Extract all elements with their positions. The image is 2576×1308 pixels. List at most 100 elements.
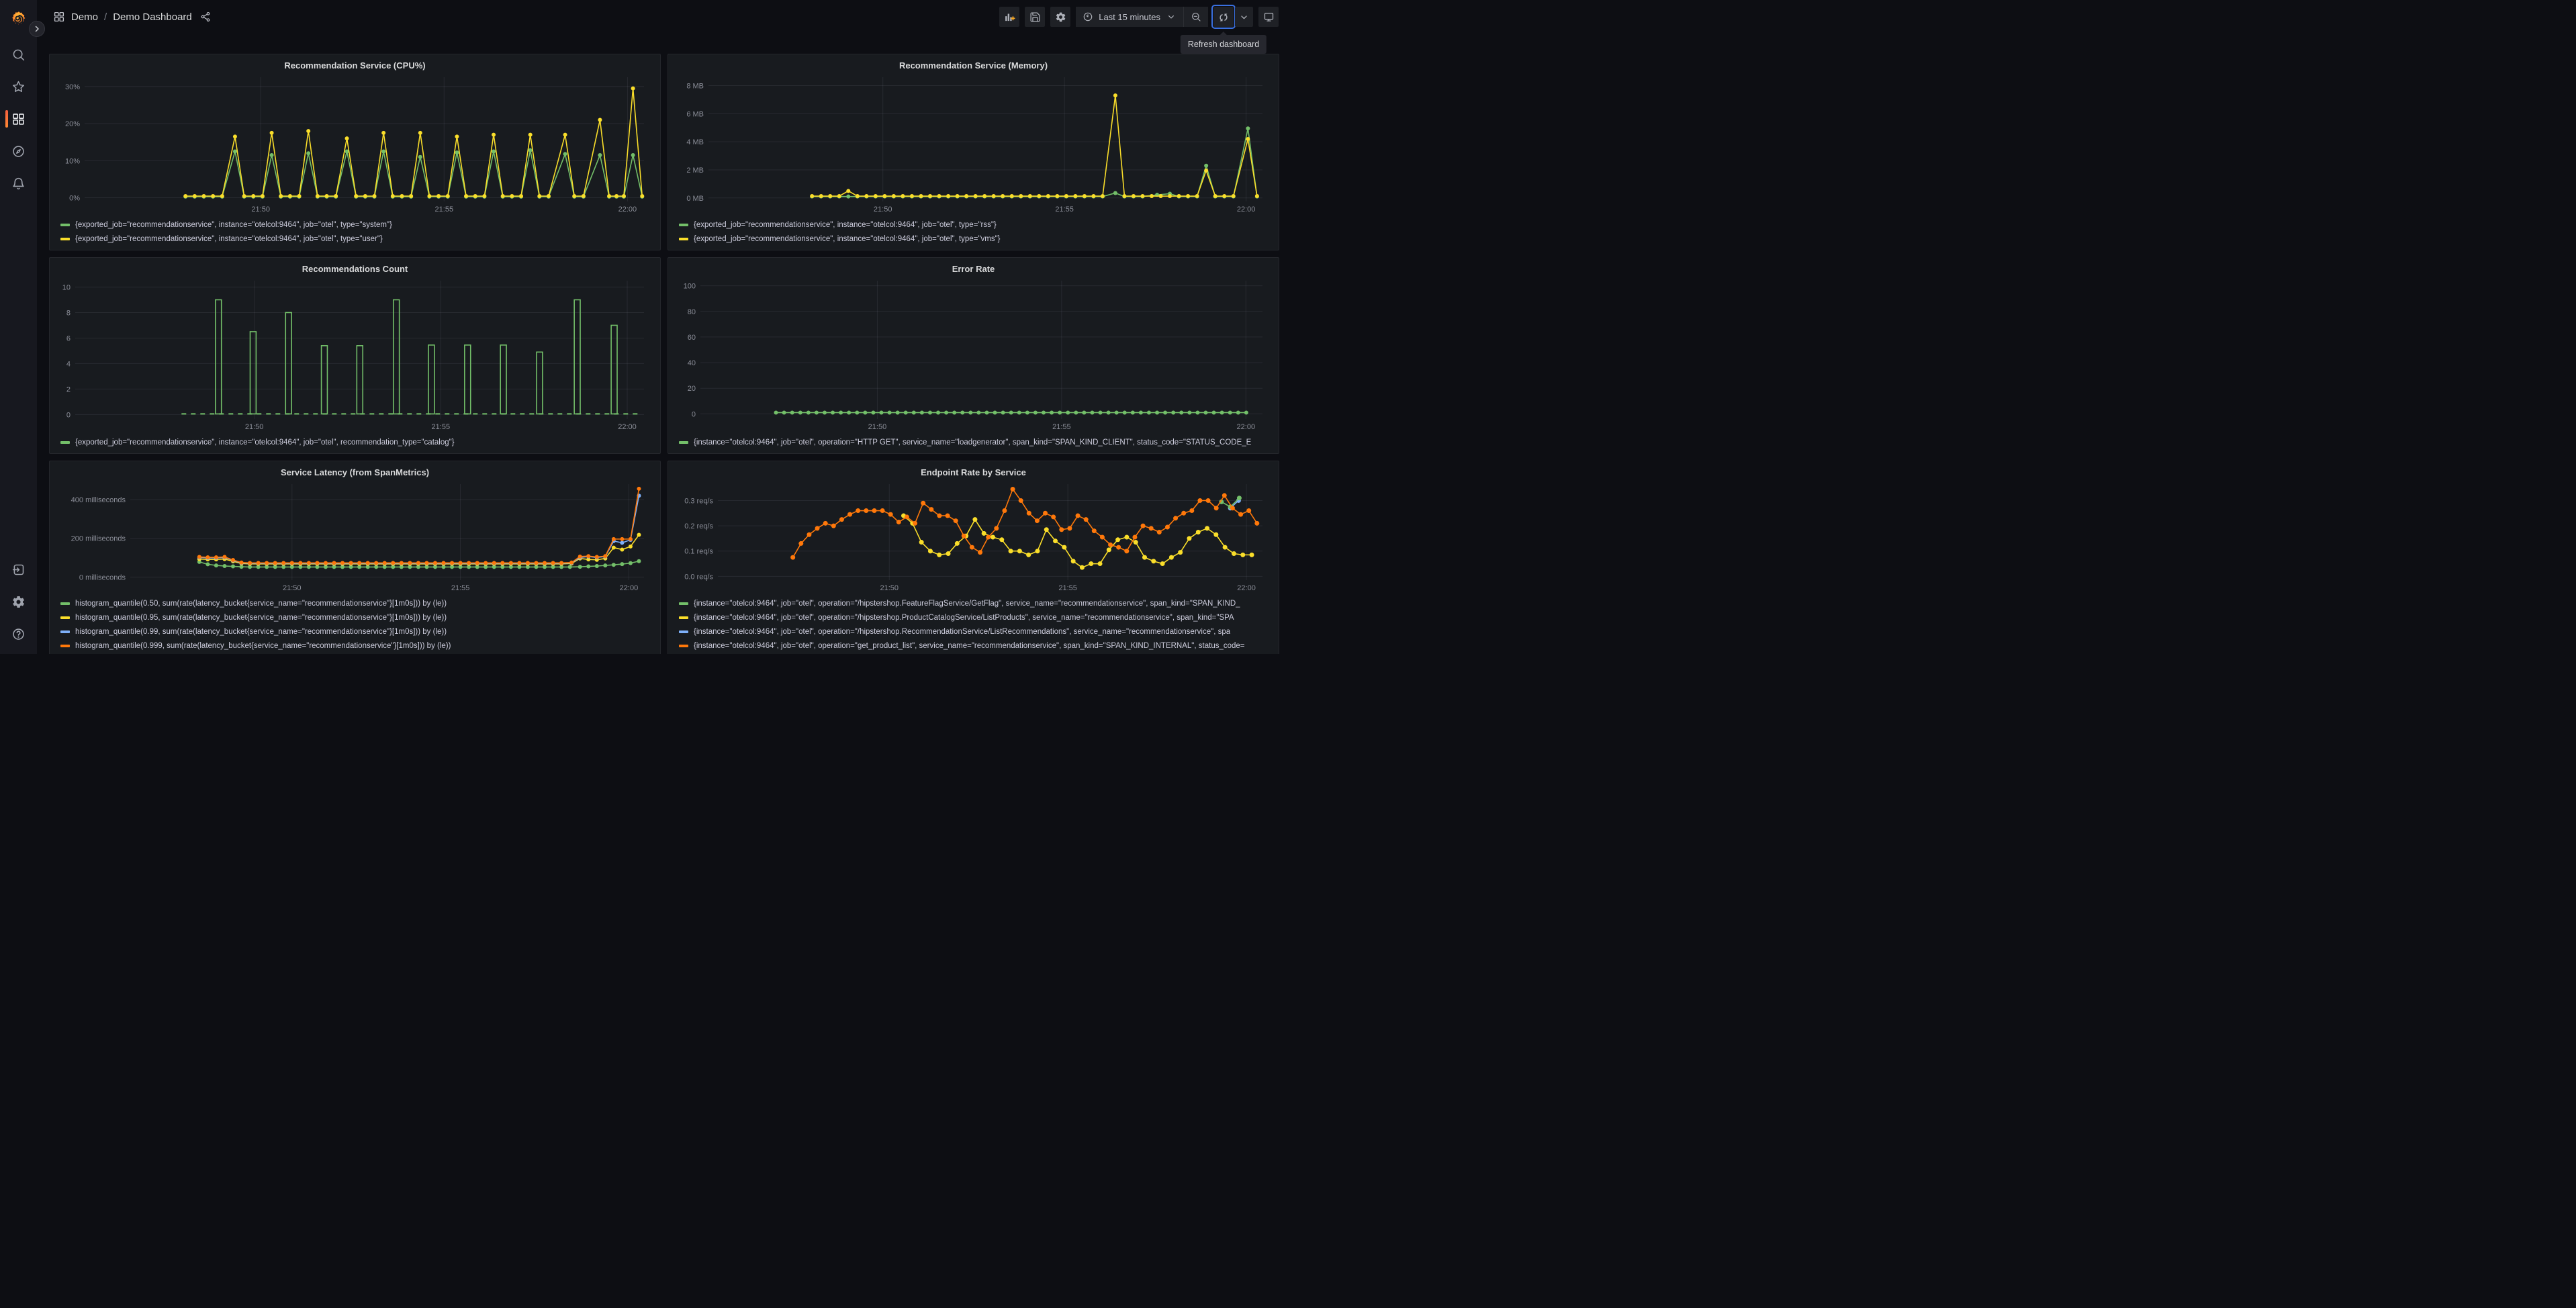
svg-text:21:55: 21:55 — [435, 205, 454, 214]
legend-swatch — [679, 223, 688, 226]
panel-chart[interactable]: 0% 10% 20% 30% 21:50 21:55 22:00 — [56, 72, 653, 216]
sidebar-item-starred[interactable] — [0, 71, 37, 103]
add-panel-button[interactable] — [999, 7, 1020, 27]
svg-text:100: 100 — [684, 283, 696, 291]
svg-text:0: 0 — [66, 411, 71, 419]
panel-legend: {instance="otelcol:9464", job="otel", op… — [675, 433, 1272, 451]
refresh-group: Refresh dashboard — [1180, 5, 1267, 54]
panel-legend: {exported_job="recommendationservice", i… — [675, 216, 1272, 247]
legend-label: {instance="otelcol:9464", job="otel", op… — [694, 613, 1234, 622]
alerting-bell-icon — [11, 177, 26, 191]
svg-text:4: 4 — [66, 360, 71, 368]
svg-text:0 milliseconds: 0 milliseconds — [79, 573, 126, 581]
svg-text:0.2 req/s: 0.2 req/s — [684, 522, 713, 530]
svg-text:22:00: 22:00 — [618, 423, 637, 431]
sidebar-top-items — [0, 38, 37, 199]
panel-chart[interactable]: 0 MB 2 MB 4 MB 6 MB 8 MB 21:50 21:55 22:00 — [675, 72, 1272, 216]
svg-text:6: 6 — [66, 334, 71, 342]
legend-item[interactable]: {instance="otelcol:9464", job="otel", op… — [679, 610, 1271, 624]
save-dashboard-button[interactable] — [1025, 7, 1046, 27]
legend-item[interactable]: {exported_job="recommendationservice", i… — [679, 218, 1271, 232]
svg-text:22:00: 22:00 — [618, 205, 637, 214]
time-range-label: Last 15 minutes — [1099, 11, 1160, 22]
panel-title[interactable]: Service Latency (from SpanMetrics) — [56, 465, 653, 479]
panel-cpu: Recommendation Service (CPU%) 0% 10% 20% 30%… — [49, 54, 661, 250]
legend-swatch — [60, 223, 70, 226]
legend-item[interactable]: {instance="otelcol:9464", job="otel", op… — [679, 624, 1271, 639]
svg-text:80: 80 — [688, 308, 696, 316]
share-dashboard-button[interactable] — [200, 11, 211, 22]
legend-swatch — [60, 630, 70, 633]
legend-label: histogram_quantile(0.999, sum(rate(laten… — [75, 641, 451, 650]
svg-text:21:50: 21:50 — [868, 423, 887, 431]
breadcrumb-separator: / — [104, 11, 107, 23]
svg-text:21:55: 21:55 — [1055, 205, 1074, 214]
legend-item[interactable]: {instance="otelcol:9464", job="otel", op… — [679, 596, 1271, 610]
sidebar-item-explore[interactable] — [0, 135, 37, 167]
panel-title[interactable]: Recommendations Count — [56, 262, 653, 275]
sidebar-item-search[interactable] — [0, 38, 37, 71]
svg-text:400 milliseconds: 400 milliseconds — [71, 496, 126, 504]
legend-item[interactable]: {exported_job="recommendationservice", i… — [60, 232, 652, 246]
gear-icon — [1055, 11, 1066, 23]
legend-item[interactable]: {instance="otelcol:9464", job="otel", op… — [679, 639, 1271, 653]
chevron-down-icon — [1166, 11, 1177, 22]
panel-legend: {exported_job="recommendationservice", i… — [56, 433, 653, 451]
sidebar-item-configuration[interactable] — [0, 586, 37, 618]
legend-label: histogram_quantile(0.95, sum(rate(latenc… — [75, 613, 447, 622]
breadcrumb-page-title[interactable]: Demo Dashboard — [113, 11, 192, 23]
zoom-out-time-range-button[interactable] — [1183, 7, 1208, 27]
panel-service-latency: Service Latency (from SpanMetrics) 0 mill… — [49, 461, 661, 654]
legend-label: {instance="otelcol:9464", job="otel", op… — [694, 438, 1252, 447]
sidebar-item-alerting[interactable] — [0, 167, 37, 199]
svg-text:21:50: 21:50 — [283, 584, 302, 592]
panel-title[interactable]: Recommendation Service (CPU%) — [56, 58, 653, 72]
legend-swatch — [60, 644, 70, 647]
legend-item[interactable]: {exported_job="recommendationservice", i… — [679, 232, 1271, 246]
refresh-interval-dropdown[interactable] — [1235, 7, 1253, 27]
svg-text:22:00: 22:00 — [1237, 423, 1256, 431]
breadcrumb: Demo / Demo Dashboard — [53, 11, 211, 23]
save-icon — [1029, 11, 1041, 23]
sidebar-item-dashboards[interactable] — [0, 103, 37, 135]
legend-item[interactable]: {exported_job="recommendationservice", i… — [60, 435, 652, 449]
svg-text:0 MB: 0 MB — [686, 195, 704, 203]
explore-compass-icon — [11, 144, 26, 158]
panel-chart[interactable]: 0 2 4 6 8 10 21:50 21:55 22:00 — [56, 275, 653, 433]
panel-chart[interactable]: 0.0 req/s 0.1 req/s 0.2 req/s 0.3 req/s 21:5… — [675, 479, 1272, 594]
cycle-view-mode-button[interactable] — [1258, 7, 1279, 27]
svg-text:21:55: 21:55 — [451, 584, 470, 592]
legend-item[interactable]: histogram_quantile(0.99, sum(rate(latenc… — [60, 624, 652, 639]
panel-title[interactable]: Recommendation Service (Memory) — [675, 58, 1272, 72]
refresh-dashboard-button[interactable]: Refresh dashboard — [1180, 5, 1267, 54]
sidebar-item-help[interactable] — [0, 618, 37, 650]
panel-chart[interactable]: 0 20 40 60 80 100 21:50 21:55 22:00 — [675, 275, 1272, 433]
panel-title[interactable]: Endpoint Rate by Service — [675, 465, 1272, 479]
dashboard-grid-icon — [53, 11, 65, 23]
time-range-picker[interactable]: Last 15 minutes — [1076, 7, 1183, 27]
svg-text:21:50: 21:50 — [245, 423, 264, 431]
panel-title[interactable]: Error Rate — [675, 262, 1272, 275]
dashboard-settings-button[interactable] — [1050, 7, 1071, 27]
legend-label: {exported_job="recommendationservice", i… — [75, 438, 455, 447]
svg-text:2 MB: 2 MB — [686, 167, 704, 175]
sidebar-expand-button[interactable] — [29, 21, 45, 37]
dashboards-icon — [11, 112, 26, 126]
sidebar-item-sign-in[interactable] — [0, 553, 37, 586]
legend-item[interactable]: histogram_quantile(0.50, sum(rate(latenc… — [60, 596, 652, 610]
breadcrumb-section[interactable]: Demo — [71, 11, 98, 23]
legend-item[interactable]: {instance="otelcol:9464", job="otel", op… — [679, 435, 1271, 449]
panel-chart[interactable]: 0 milliseconds 200 milliseconds 400 millis… — [56, 479, 653, 594]
legend-item[interactable]: histogram_quantile(0.95, sum(rate(latenc… — [60, 610, 652, 624]
legend-item[interactable]: {exported_job="recommendationservice", i… — [60, 218, 652, 232]
legend-swatch — [679, 616, 688, 619]
legend-swatch — [679, 440, 688, 444]
grafana-logo[interactable] — [9, 10, 28, 29]
legend-item[interactable]: histogram_quantile(0.999, sum(rate(laten… — [60, 639, 652, 653]
add-panel-icon — [1004, 11, 1015, 23]
legend-label: {exported_job="recommendationservice", i… — [75, 234, 383, 243]
legend-label: histogram_quantile(0.99, sum(rate(latenc… — [75, 627, 447, 636]
svg-text:0.3 req/s: 0.3 req/s — [684, 497, 713, 505]
sidebar-bottom-items — [0, 553, 37, 650]
legend-swatch — [679, 237, 688, 240]
